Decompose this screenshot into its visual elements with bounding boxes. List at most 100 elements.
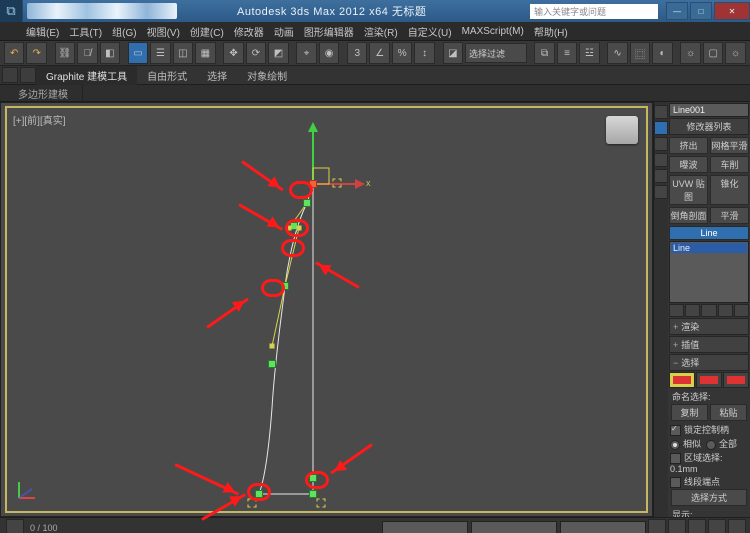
viewport[interactable]: [+][前][真实] x	[0, 102, 653, 517]
schematic-button[interactable]: ⿴	[630, 42, 650, 64]
rollout-select[interactable]: 选择	[669, 354, 749, 371]
mirror-button[interactable]: ⧉	[534, 42, 554, 64]
mod-btn-smooth[interactable]: 平滑	[710, 207, 749, 224]
menu-edit[interactable]: 编辑(E)	[26, 24, 59, 39]
snap-angle-button[interactable]: ∠	[369, 42, 389, 64]
selection-filter-combo[interactable]: 选择过滤	[465, 43, 527, 63]
ribbon-tab-paint[interactable]: 对象绘制	[237, 66, 297, 85]
maximize-button[interactable]: □	[690, 2, 712, 20]
similar-radio[interactable]: 相似 全部	[670, 437, 748, 450]
subobj-vertex-button[interactable]	[669, 372, 695, 388]
tab-display-icon[interactable]	[654, 169, 668, 183]
layer-button[interactable]: ☳	[579, 42, 599, 64]
segment-end-check[interactable]: 线段端点	[670, 475, 748, 488]
center-button[interactable]: ◉	[319, 42, 339, 64]
nav-orbit-button[interactable]	[708, 519, 726, 533]
search-input[interactable]: 输入关键字或问题	[530, 4, 658, 19]
app-icon[interactable]: ⧉	[0, 0, 23, 22]
undo-button[interactable]: ↶	[4, 42, 24, 64]
status-grid-button[interactable]	[648, 519, 666, 533]
align-button[interactable]: ≡	[557, 42, 577, 64]
unlink-button[interactable]: ⛓̸	[77, 42, 97, 64]
snap-3-button[interactable]: 3	[347, 42, 367, 64]
bind-button[interactable]: ◧	[100, 42, 120, 64]
object-name-field[interactable]: Line001	[669, 103, 749, 117]
configure-button[interactable]	[734, 304, 749, 317]
coord-y-field[interactable]	[471, 521, 557, 533]
render-button[interactable]: ☼	[725, 42, 745, 64]
coord-x-field[interactable]	[382, 521, 468, 533]
menu-anim[interactable]: 动画	[274, 24, 294, 39]
spinner-snap-button[interactable]: ↕	[414, 42, 434, 64]
menu-custom[interactable]: 自定义(U)	[408, 24, 452, 39]
select-name-button[interactable]: ☰	[150, 42, 170, 64]
lock-handles-check[interactable]: 锁定控制柄	[670, 423, 748, 436]
ribbon-toggle-1[interactable]	[2, 67, 18, 83]
vertex[interactable]	[268, 360, 276, 368]
ribbon-tab-select[interactable]: 选择	[197, 66, 237, 85]
rotate-button[interactable]: ⟳	[246, 42, 266, 64]
ribbon-toggle-2[interactable]	[20, 67, 36, 83]
modifier-stack[interactable]: Line	[669, 241, 749, 303]
mod-btn-meshsmooth[interactable]: 网格平滑	[710, 137, 749, 154]
window-crossing-button[interactable]: ▦	[195, 42, 215, 64]
menu-modifier[interactable]: 修改器	[234, 24, 264, 39]
rollout-interp[interactable]: 插值	[669, 336, 749, 353]
tab-utility-icon[interactable]	[654, 185, 668, 199]
vertex[interactable]	[303, 199, 311, 207]
mod-btn-extrude[interactable]: 挤出	[669, 137, 708, 154]
nav-zoom-button[interactable]	[688, 519, 706, 533]
nav-pan-button[interactable]	[668, 519, 686, 533]
bezier-handle[interactable]	[270, 344, 275, 349]
tab-create-icon[interactable]	[654, 105, 668, 119]
area-select-check[interactable]: 区域选择: 0.1mm	[670, 451, 748, 474]
menu-script[interactable]: MAXScript(M)	[462, 26, 524, 37]
paste-button[interactable]: 粘贴	[710, 404, 747, 421]
rollout-render[interactable]: 渲染	[669, 318, 749, 335]
select-region-button[interactable]: ◫	[173, 42, 193, 64]
scale-button[interactable]: ◩	[268, 42, 288, 64]
close-button[interactable]: ✕	[714, 2, 750, 20]
link-button[interactable]: ⛓	[55, 42, 75, 64]
subobj-segment-button[interactable]	[696, 372, 722, 388]
copy-button[interactable]: 复制	[671, 404, 708, 421]
vertex[interactable]	[309, 490, 317, 498]
ribbon-tab-freeform[interactable]: 自由形式	[137, 66, 197, 85]
move-button[interactable]: ✥	[223, 42, 243, 64]
tab-motion-icon[interactable]	[654, 153, 668, 167]
modifier-stack-item[interactable]: Line	[671, 243, 747, 253]
select-button[interactable]: ▭	[128, 42, 148, 64]
mod-btn-taper[interactable]: 锥化	[710, 175, 749, 205]
redo-button[interactable]: ↷	[26, 42, 46, 64]
remove-mod-button[interactable]	[718, 304, 733, 317]
modifier-combo[interactable]: Line	[669, 226, 749, 240]
tab-hierarchy-icon[interactable]	[654, 137, 668, 151]
render-setup-button[interactable]: ☼	[680, 42, 700, 64]
menu-tools[interactable]: 工具(T)	[69, 24, 102, 39]
pin-stack-button[interactable]	[669, 304, 684, 317]
render-frame-button[interactable]: ▢	[703, 42, 723, 64]
select-by-button[interactable]: 选择方式	[671, 489, 747, 506]
menu-view[interactable]: 视图(V)	[147, 24, 180, 39]
show-end-button[interactable]	[685, 304, 700, 317]
tab-modify-icon[interactable]	[654, 121, 668, 135]
snap-percent-button[interactable]: %	[392, 42, 412, 64]
refsys-button[interactable]: ⌖	[296, 42, 316, 64]
mod-btn-bevelprof[interactable]: 倒角剖面	[669, 207, 708, 224]
mod-btn-noise[interactable]: 曝波	[669, 156, 708, 173]
subobj-spline-button[interactable]	[723, 372, 749, 388]
menu-render[interactable]: 渲染(R)	[364, 24, 398, 39]
mod-btn-uvw[interactable]: UVW 贴图	[669, 175, 708, 205]
status-lock-button[interactable]	[6, 519, 24, 533]
named-sel-button[interactable]: ◪	[443, 42, 463, 64]
mod-btn-lathe[interactable]: 车削	[710, 156, 749, 173]
menu-graph[interactable]: 图形编辑器	[304, 24, 354, 39]
curve-editor-button[interactable]: ∿	[607, 42, 627, 64]
nav-maximize-button[interactable]	[728, 519, 746, 533]
coord-z-field[interactable]	[560, 521, 646, 533]
ribbon-tab-graphite[interactable]: Graphite 建模工具	[36, 66, 137, 85]
modifier-list-header[interactable]: 修改器列表	[669, 118, 749, 135]
unique-button[interactable]	[701, 304, 716, 317]
material-button[interactable]: ◐	[652, 42, 672, 64]
menu-group[interactable]: 组(G)	[112, 24, 136, 39]
